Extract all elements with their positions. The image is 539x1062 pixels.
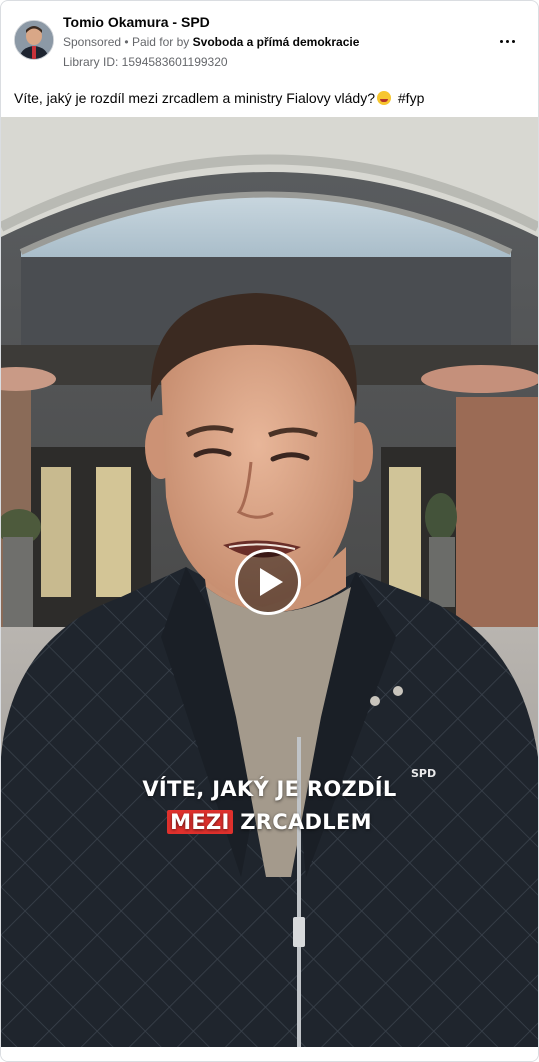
sponsored-line: Sponsored • Paid for by Svoboda a přímá …: [63, 35, 359, 49]
card-footer: [1, 1047, 538, 1061]
more-options-button[interactable]: [494, 31, 520, 51]
hashtag-link[interactable]: #fyp: [398, 90, 424, 106]
payer-name[interactable]: Svoboda a přímá demokracie: [193, 35, 360, 49]
video-overlay-line-1: VÍTE, JAKÝ JE ROZDÍL: [142, 777, 397, 801]
ad-header: Tomio Okamura - SPD Sponsored • Paid for…: [1, 1, 538, 117]
video-overlay-line-2: MEZI ZRCADLEM: [1, 810, 538, 834]
play-button[interactable]: [235, 549, 301, 615]
video-player[interactable]: SPD VÍTE, JAKÝ JE ROZDÍL MEZI ZRCADLEM: [1, 117, 538, 1047]
play-icon: [259, 568, 283, 596]
overlay-rest: ZRCADLEM: [240, 810, 372, 834]
grinning-sweat-emoji-icon: [377, 91, 391, 105]
separator: •: [124, 35, 129, 49]
overlay-highlight: MEZI: [167, 810, 233, 834]
more-horizontal-icon: [499, 39, 503, 43]
library-id: Library ID: 1594583601199320: [63, 55, 228, 69]
caption-text: Víte, jaký je rozdíl mezi zrcadlem a min…: [14, 90, 375, 106]
ad-caption: Víte, jaký je rozdíl mezi zrcadlem a min…: [14, 90, 424, 106]
avatar[interactable]: [14, 20, 54, 60]
paid-for-label: Paid for by: [131, 35, 190, 49]
sponsored-label: Sponsored: [63, 35, 122, 49]
ad-card: Tomio Okamura - SPD Sponsored • Paid for…: [0, 0, 539, 1062]
page-name[interactable]: Tomio Okamura - SPD: [63, 14, 210, 30]
avatar-image: [15, 21, 53, 59]
